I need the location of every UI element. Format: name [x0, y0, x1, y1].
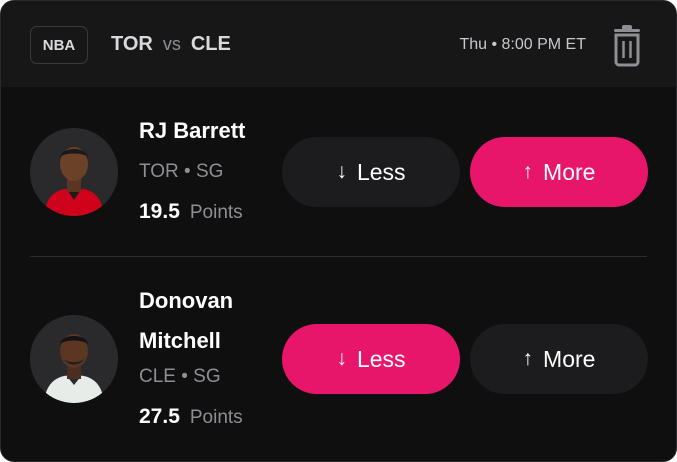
player-name-line-2: Mitchell	[139, 328, 221, 353]
player-line: 27.5 Points	[139, 405, 243, 429]
pick-card: NBA TOR vs CLE Thu • 8:00 PM ET RJ Barre…	[0, 0, 677, 462]
arrow-down-icon: ↓	[336, 160, 347, 183]
player-team-position: TOR • SG	[139, 161, 224, 182]
row-divider	[30, 256, 647, 257]
more-button[interactable]: ↑ More	[470, 137, 648, 207]
arrow-up-icon: ↑	[522, 347, 534, 370]
less-label: Less	[356, 158, 406, 185]
player-name: RJ Barrett	[139, 118, 246, 143]
line-value: 19.5	[139, 200, 180, 223]
more-label: More	[543, 158, 596, 185]
more-button[interactable]: ↑ More	[470, 324, 648, 394]
arrow-up-icon: ↑	[522, 160, 534, 183]
vs-label: vs	[162, 34, 181, 54]
matchup: TOR vs CLE	[111, 33, 231, 56]
game-header: NBA TOR vs CLE Thu • 8:00 PM ET	[1, 1, 676, 87]
player-name-line-1: Donovan	[139, 288, 234, 313]
player-name: Donovan Mitchell	[139, 281, 233, 361]
player-avatar	[30, 128, 118, 216]
less-label: Less	[356, 345, 406, 372]
player-line: 19.5 Points	[139, 200, 243, 224]
trash-icon[interactable]	[608, 25, 646, 67]
line-value: 27.5	[139, 405, 180, 428]
less-button[interactable]: ↓ Less	[282, 324, 460, 394]
away-team: TOR	[111, 33, 153, 55]
more-label: More	[543, 345, 596, 372]
less-button[interactable]: ↓ Less	[282, 137, 460, 207]
player-team-position: CLE • SG	[139, 366, 221, 387]
arrow-down-icon: ↓	[336, 347, 347, 370]
league-badge: NBA	[30, 26, 88, 64]
game-time: Thu • 8:00 PM ET	[459, 36, 586, 53]
stat-type: Points	[189, 202, 243, 223]
stat-type: Points	[189, 407, 243, 428]
home-team: CLE	[190, 33, 231, 55]
player-avatar	[30, 315, 118, 403]
